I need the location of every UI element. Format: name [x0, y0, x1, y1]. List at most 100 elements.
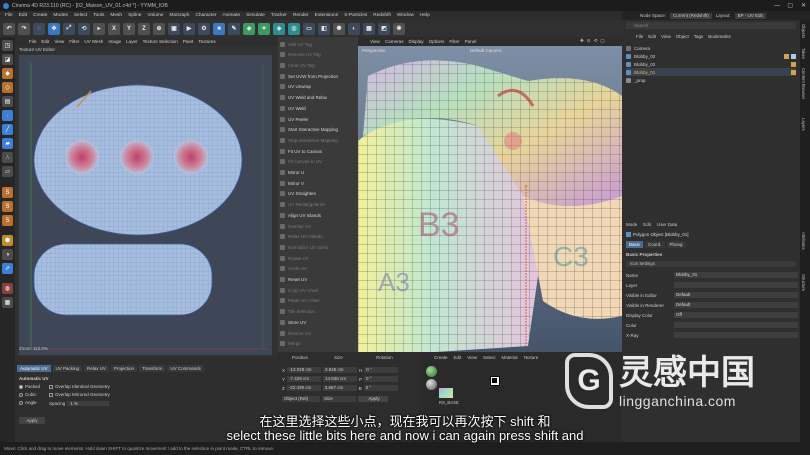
- uv-tag-icon[interactable]: [791, 61, 796, 67]
- spacing-input[interactable]: 1 %: [67, 401, 110, 406]
- material-swatch-green[interactable]: [426, 366, 437, 377]
- object-row[interactable]: Blobby_02: [626, 60, 796, 68]
- tab-projection[interactable]: Projection: [111, 365, 138, 372]
- uv-polygons-icon[interactable]: ▱: [2, 166, 13, 177]
- mat-menu-view[interactable]: View: [467, 355, 477, 360]
- vp-menu-view[interactable]: View: [370, 39, 380, 44]
- object-row[interactable]: _prop: [626, 76, 796, 84]
- uv-command-item[interactable]: Fit Canvas to UV: [280, 158, 357, 166]
- quantize-icon[interactable]: S: [2, 215, 13, 226]
- material-tag-icon[interactable]: [791, 53, 796, 59]
- grid-icon[interactable]: ▦: [363, 22, 375, 35]
- uv-command-item[interactable]: Merge: [280, 340, 357, 348]
- rotate-icon[interactable]: ⟲: [78, 22, 90, 35]
- size-x-input[interactable]: 3.945 cm: [323, 367, 358, 373]
- uv-command-item[interactable]: Rotate UV: [280, 254, 357, 262]
- uv-command-item[interactable]: Fit UV to Canvas: [280, 147, 357, 155]
- am-menu-mode[interactable]: Mode: [626, 222, 637, 227]
- workplane-icon[interactable]: ▤: [2, 96, 13, 107]
- menu-animate[interactable]: Animate: [223, 13, 241, 18]
- uv-command-item[interactable]: UV Straighten: [280, 190, 357, 198]
- attribute-field[interactable]: Default: [674, 292, 798, 298]
- uv-command-item[interactable]: Copy UV Chart: [280, 286, 357, 294]
- attr-tab-phong[interactable]: Phong: [666, 241, 686, 248]
- uv-command-item[interactable]: Clear UV Tag: [280, 61, 357, 69]
- polygons-mode-icon[interactable]: ▰: [2, 138, 13, 149]
- layout-dropdown[interactable]: BP - UV Edit: [734, 12, 766, 19]
- menu-window[interactable]: Window: [397, 13, 414, 18]
- tab-transform[interactable]: Transform: [139, 365, 166, 372]
- menu-redshift[interactable]: Redshift: [373, 13, 391, 18]
- rotation-h-input[interactable]: 0 °: [364, 367, 399, 373]
- uv-command-item[interactable]: Overlap UV: [280, 222, 357, 230]
- menu-spline[interactable]: Spline: [128, 13, 141, 18]
- tab-uv-packing[interactable]: UV Packing: [52, 365, 83, 372]
- menu-tracker[interactable]: Tracker: [271, 13, 287, 18]
- x-axis-icon[interactable]: X: [108, 22, 120, 35]
- maximize-icon[interactable]: ▢: [787, 2, 793, 9]
- position-x-input[interactable]: -13.028 cm: [287, 367, 322, 373]
- side-tab-layers[interactable]: Layers: [801, 118, 806, 131]
- side-tab-content-browser[interactable]: Content Browser: [801, 68, 806, 99]
- attribute-field[interactable]: [674, 322, 798, 328]
- uv-menu-uvmesh[interactable]: UV Mesh: [84, 39, 103, 44]
- render-view-icon[interactable]: ▣: [168, 22, 180, 35]
- bulb-icon[interactable]: ✱: [393, 22, 405, 35]
- uv-mesh-drawing[interactable]: [19, 55, 272, 355]
- uv-menu-filter[interactable]: Filter: [69, 39, 79, 44]
- mat-menu-texture[interactable]: Texture: [524, 355, 539, 360]
- om-menu-bookmarks[interactable]: Bookmarks: [708, 34, 731, 39]
- minimize-icon[interactable]: —: [774, 3, 780, 9]
- attribute-field[interactable]: [674, 332, 798, 338]
- uv-command-item[interactable]: Normalize UV Sizes: [280, 243, 357, 251]
- menu-extensions[interactable]: Extensions: [315, 13, 338, 18]
- color-swatch-black[interactable]: [492, 378, 497, 383]
- uv-command-item[interactable]: Restore UV: [280, 329, 357, 337]
- menu-select[interactable]: Select: [74, 13, 87, 18]
- attribute-field[interactable]: Blobby_01: [674, 272, 798, 278]
- rotation-b-input[interactable]: 0 °: [363, 385, 398, 391]
- attribute-icon-settings[interactable]: Icon Settings: [626, 261, 796, 267]
- option-cubic[interactable]: Cubic: [19, 392, 37, 397]
- node-space-dropdown[interactable]: Current (Redshift): [670, 12, 712, 19]
- uv-canvas[interactable]: [19, 55, 272, 355]
- viewport-move-icon[interactable]: ✥: [580, 38, 584, 44]
- menu-character[interactable]: Character: [195, 13, 216, 18]
- uv-menu-paint[interactable]: Paint: [183, 39, 193, 44]
- mat-menu-edit[interactable]: Edit: [454, 355, 462, 360]
- redo-icon[interactable]: ↷: [18, 22, 30, 35]
- check-overlap-identical[interactable]: Overlap Identical Geometry: [49, 384, 110, 389]
- snap-icon[interactable]: S: [2, 187, 13, 198]
- scale-icon[interactable]: ⤢: [63, 22, 75, 35]
- menu-create[interactable]: Create: [33, 13, 47, 18]
- viewport-rotate-icon[interactable]: ⟲: [594, 38, 598, 44]
- om-menu-file[interactable]: File: [636, 34, 643, 39]
- menu-xparticles[interactable]: X-Particles: [344, 13, 367, 18]
- uv-points-icon[interactable]: ∴: [2, 152, 13, 163]
- coord-mode-dropdown[interactable]: Object (Rel): [282, 396, 320, 402]
- texture-axis-icon[interactable]: ◇: [2, 82, 13, 93]
- uv-tag-icon[interactable]: [784, 53, 789, 59]
- checkbox-overlap-mirrored[interactable]: [49, 392, 53, 397]
- side-tab-takes[interactable]: Takes: [801, 48, 806, 59]
- viewport-toggle-icon[interactable]: ▢: [600, 38, 604, 44]
- option-packed[interactable]: Packed: [19, 384, 40, 389]
- vp-menu-options[interactable]: Options: [429, 39, 445, 44]
- undo-icon[interactable]: ↶: [3, 22, 15, 35]
- viewport-3d[interactable]: View Cameras Display Options Filter Pane…: [358, 37, 622, 357]
- uv-command-item[interactable]: UV Weld: [280, 104, 357, 112]
- radio-packed[interactable]: [19, 384, 23, 389]
- uv-command-item[interactable]: Start Interactive Mapping: [280, 126, 357, 134]
- menu-help[interactable]: Help: [420, 13, 430, 18]
- move-icon[interactable]: ✥: [48, 22, 60, 35]
- size-y-input[interactable]: 14.838 cm: [323, 376, 358, 382]
- edges-mode-icon[interactable]: ╱: [2, 124, 13, 135]
- pen-icon[interactable]: ✎: [228, 22, 240, 35]
- live-selection-icon[interactable]: ◌: [33, 22, 45, 35]
- uv-command-item[interactable]: Paste UV Chart: [280, 297, 357, 305]
- snap-settings-icon[interactable]: S: [2, 201, 13, 212]
- menu-mograph[interactable]: MoGraph: [169, 13, 189, 18]
- rotation-p-input[interactable]: 0 °: [364, 376, 399, 382]
- uv-command-item[interactable]: Stop Interactive Mapping: [280, 136, 357, 144]
- option-angle[interactable]: Angle: [19, 400, 37, 405]
